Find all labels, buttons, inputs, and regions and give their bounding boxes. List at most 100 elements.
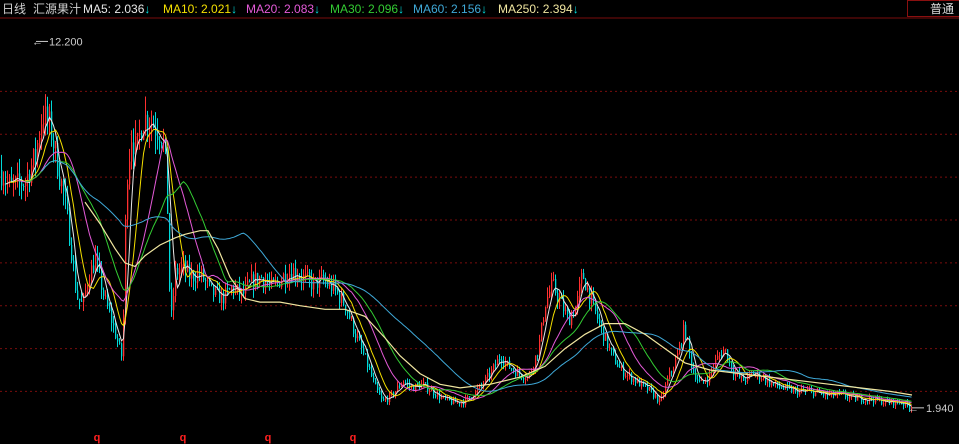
candle-body: [375, 379, 377, 385]
candle-body: [63, 180, 65, 192]
candle-body: [497, 359, 499, 366]
candle-body: [381, 394, 383, 399]
candle-body: [487, 372, 489, 377]
candle-body: [609, 347, 611, 349]
candle-body: [161, 142, 163, 144]
candle-body: [625, 375, 627, 377]
candle-body: [105, 295, 107, 297]
candle-body: [551, 279, 553, 292]
candle-body: [397, 385, 399, 392]
candle-body: [597, 311, 599, 319]
candle-body: [587, 287, 589, 291]
candle-body: [129, 161, 131, 185]
candle-body: [247, 280, 249, 285]
candle-body: [699, 380, 701, 382]
candle-body: [761, 378, 763, 380]
candle-body: [177, 268, 179, 275]
candle-body: [425, 382, 427, 384]
candle-body: [227, 287, 229, 289]
candle-body: [725, 349, 727, 351]
candle-body: [107, 295, 109, 307]
candle-body: [249, 280, 251, 282]
candle-body: [79, 298, 81, 301]
candle-body: [251, 274, 253, 282]
candle-body: [207, 280, 209, 282]
candle-body: [451, 399, 453, 404]
candle-body: [883, 403, 885, 405]
candle-body: [779, 386, 781, 388]
candle-body: [347, 311, 349, 314]
candle-body: [367, 354, 369, 367]
candle-body: [119, 341, 121, 344]
candle-body: [863, 401, 865, 403]
candle-body: [657, 395, 659, 402]
candle-body: [493, 364, 495, 370]
candle-body: [749, 372, 751, 374]
candle-body: [717, 355, 719, 360]
candle-body: [337, 289, 339, 293]
candle-body: [621, 366, 623, 368]
candle-body: [579, 283, 581, 297]
ma5-line: [5, 116, 912, 407]
candle-body: [213, 285, 215, 295]
candle-body: [51, 111, 53, 141]
candle-body: [671, 371, 673, 373]
candle-body: [701, 380, 703, 382]
ma30-line: [25, 159, 912, 402]
candle-body: [103, 289, 105, 296]
candle-body: [95, 255, 97, 272]
candle-body: [341, 293, 343, 303]
event-marker[interactable]: q: [94, 432, 101, 444]
candle-body: [65, 191, 67, 197]
candle-body: [93, 265, 95, 272]
kline-chart[interactable]: ← 12.200 ← 1.940 q q q q: [0, 0, 959, 444]
event-marker[interactable]: q: [350, 432, 357, 444]
high-price-label: 12.200: [49, 36, 83, 48]
candle-body: [137, 133, 139, 137]
candle-body: [581, 272, 583, 284]
event-marker[interactable]: q: [265, 432, 272, 444]
candle-body: [385, 399, 387, 401]
candle-body: [43, 123, 45, 125]
candle-body: [39, 137, 41, 144]
event-marker[interactable]: q: [180, 432, 187, 444]
candle-body: [567, 309, 569, 314]
moving-average-lines: [5, 116, 913, 407]
ma10-line: [9, 129, 912, 405]
candle-body: [351, 318, 353, 320]
candle-body: [109, 306, 111, 311]
candle-body: [215, 287, 217, 295]
candle-body: [85, 290, 87, 295]
candle-body: [205, 280, 207, 282]
candle-body: [231, 287, 233, 290]
candle-body: [147, 114, 149, 129]
candlestick-series: [1, 94, 913, 413]
candle-body: [543, 320, 545, 323]
candle-body: [771, 382, 773, 386]
candle-body: [555, 278, 557, 293]
candle-body: [81, 300, 83, 302]
candle-body: [617, 364, 619, 367]
candle-body: [59, 176, 61, 187]
candle-body: [649, 387, 651, 391]
candle-body: [399, 385, 401, 387]
candle-body: [557, 292, 559, 302]
candle-body: [373, 376, 375, 380]
candle-body: [903, 403, 905, 406]
candle-body: [639, 379, 641, 387]
candle-body: [783, 388, 785, 390]
low-price-label: 1.940: [926, 403, 954, 415]
candle-body: [499, 359, 501, 361]
candle-body: [635, 378, 637, 383]
candle-body: [505, 361, 507, 365]
candle-body: [309, 272, 311, 279]
candle-body: [69, 210, 71, 245]
candle-body: [127, 184, 129, 220]
candle-body: [383, 398, 385, 401]
candle-body: [379, 390, 381, 395]
candle-body: [429, 391, 431, 393]
candle-body: [377, 384, 379, 391]
candle-body: [535, 355, 537, 368]
candle-body: [71, 244, 73, 261]
candle-body: [75, 263, 77, 291]
